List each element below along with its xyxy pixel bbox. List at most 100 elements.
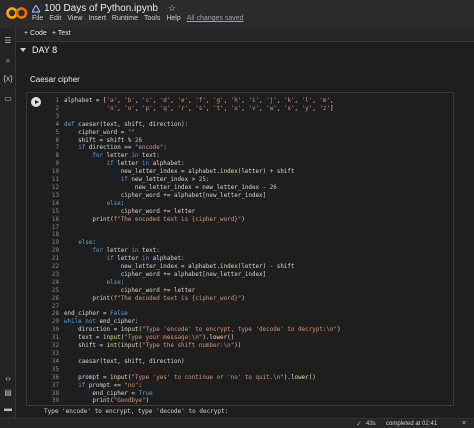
code-line[interactable]: 8 for letter in text:: [45, 153, 341, 161]
line-number: 15: [51, 208, 59, 215]
variables-icon[interactable]: {x}: [3, 74, 13, 84]
code-line[interactable]: 7 if direction == "encode":: [45, 145, 341, 153]
code-text: else:: [106, 279, 125, 286]
code-text: caesar(text, shift, direction): [64, 358, 185, 365]
code-line[interactable]: 25 cipher_word += letter: [45, 288, 341, 296]
code-line[interactable]: 26 print(f"The decoded text is {cipher_w…: [45, 296, 341, 304]
code-line[interactable]: 33: [45, 351, 341, 359]
code-line[interactable]: 10 new_letter_index = alphabet.index(let…: [45, 169, 341, 177]
code-line[interactable]: 32 shift = int(input("Type the shift num…: [45, 343, 341, 351]
code-line[interactable]: 9 if letter in alphabet:: [45, 161, 341, 169]
code-text: end_cipher = False: [64, 311, 128, 318]
code-line[interactable]: 5 cipher_word = "": [45, 130, 341, 138]
notebook-title[interactable]: 100 Days of Python.ipynb ☆: [32, 3, 176, 14]
star-icon[interactable]: ☆: [168, 3, 176, 14]
code-cell[interactable]: 1 alphabet = ['a', 'b', 'c', 'd', 'e', 'f…: [26, 92, 454, 406]
code-text: if direction == "encode":: [78, 145, 167, 152]
code-line[interactable]: 21 if letter in alphabet:: [45, 256, 341, 264]
code-line[interactable]: 23 cipher_word += alphabet[new_letter_in…: [45, 272, 341, 280]
line-number: 12: [51, 184, 59, 191]
code-text: end_cipher = True: [64, 390, 153, 397]
code-line[interactable]: 16 print(f"The encoded text is {cipher_w…: [45, 217, 341, 225]
line-number: 13: [51, 192, 59, 199]
menu-bar: File Edit View Insert Runtime Tools Help…: [32, 15, 244, 22]
save-status-link[interactable]: All changes saved: [187, 15, 244, 22]
menu-edit[interactable]: Edit: [49, 15, 61, 22]
code-line[interactable]: 38 end_cipher = True: [45, 391, 341, 399]
code-line[interactable]: 12 new_letter_index = new_letter_index -…: [45, 185, 341, 193]
code-line[interactable]: 6 shift = shift % 26: [45, 138, 341, 146]
close-icon[interactable]: ×: [462, 420, 466, 427]
elapsed-time: 43s: [366, 420, 376, 427]
line-number: 34: [51, 358, 59, 365]
code-line[interactable]: 36 prompt = input("Type 'yes' to continu…: [45, 375, 341, 383]
notebook-title-text[interactable]: 100 Days of Python.ipynb: [44, 3, 158, 14]
check-icon: ✓: [356, 421, 362, 428]
line-number: 5: [55, 129, 59, 136]
code-line[interactable]: 11 if new_letter_index > 25:: [45, 177, 341, 185]
line-number: 9: [55, 161, 59, 168]
code-line[interactable]: 20 for letter in text:: [45, 248, 341, 256]
run-cell-button[interactable]: [31, 97, 41, 107]
add-text-button[interactable]: + Text: [52, 30, 71, 37]
add-code-button[interactable]: + Code: [24, 30, 47, 37]
table-of-contents-icon[interactable]: ☰: [3, 36, 13, 46]
code-line[interactable]: 13 cipher_word += alphabet[new_letter_in…: [45, 193, 341, 201]
search-icon[interactable]: ⌕: [3, 56, 13, 66]
code-line[interactable]: 34 caesar(text, shift, direction): [45, 359, 341, 367]
code-line[interactable]: 19 else:: [45, 240, 341, 248]
code-line[interactable]: 35: [45, 367, 341, 375]
menu-insert[interactable]: Insert: [88, 15, 106, 22]
line-number: 16: [51, 216, 59, 223]
code-text: if new_letter_index > 25:: [120, 177, 210, 184]
menu-file[interactable]: File: [32, 15, 43, 22]
code-line[interactable]: 15 cipher_word += letter: [45, 209, 341, 217]
text-cell[interactable]: Caesar cipher: [30, 75, 80, 84]
code-line[interactable]: 1 alphabet = ['a', 'b', 'c', 'd', 'e', 'f…: [45, 98, 341, 106]
colab-logo-icon[interactable]: [6, 5, 28, 21]
files-icon[interactable]: ▭: [3, 94, 13, 104]
line-number: 37: [51, 382, 59, 389]
menu-view[interactable]: View: [67, 15, 82, 22]
code-line[interactable]: 27: [45, 304, 341, 312]
code-line[interactable]: 24 else:: [45, 280, 341, 288]
code-text: print(f"The encoded text is {cipher_word…: [92, 216, 245, 223]
code-line[interactable]: 3: [45, 114, 341, 122]
code-text: shift = shift % 26: [64, 137, 143, 144]
code-text: if letter in alphabet:: [106, 256, 185, 263]
line-number: 25: [51, 287, 59, 294]
code-line[interactable]: 4 def caesar(text, shift, direction):: [45, 122, 341, 130]
code-text: direction = input("Type 'encode' to encr…: [64, 327, 341, 334]
code-line[interactable]: 14 else:: [45, 201, 341, 209]
code-line[interactable]: 37 if prompt == "no":: [45, 383, 341, 391]
code-editor[interactable]: 1 alphabet = ['a', 'b', 'c', 'd', 'e', 'f…: [45, 98, 341, 406]
line-number: 35: [51, 366, 59, 373]
code-line[interactable]: 18: [45, 232, 341, 240]
code-line[interactable]: 2 'n', 'o', 'p', 'q', 'r', 's', 't', 'u'…: [45, 106, 341, 114]
code-text: cipher_word = "": [64, 129, 135, 136]
menu-runtime[interactable]: Runtime: [112, 15, 138, 22]
line-number: 17: [51, 224, 59, 231]
menu-tools[interactable]: Tools: [144, 15, 160, 22]
code-line[interactable]: 17: [45, 225, 341, 233]
line-number: 19: [51, 240, 59, 247]
chevron-down-icon[interactable]: [20, 48, 26, 52]
code-line[interactable]: 22 new_letter_index = alphabet.index(let…: [45, 264, 341, 272]
command-palette-icon[interactable]: ▤: [3, 388, 13, 398]
section-heading[interactable]: DAY 8: [20, 45, 57, 55]
code-line[interactable]: 31 text = input("Type your message:\n").…: [45, 335, 341, 343]
code-text: if letter in alphabet:: [106, 161, 185, 168]
line-number: 29: [51, 319, 59, 326]
menu-help[interactable]: Help: [166, 15, 180, 22]
code-text: for letter in text:: [92, 248, 160, 255]
code-line[interactable]: 39 print("Goodbye"): [45, 398, 341, 406]
line-number: 30: [51, 327, 59, 334]
code-snippets-icon[interactable]: ‹›: [3, 374, 13, 384]
code-line[interactable]: 28 end_cipher = False: [45, 311, 341, 319]
code-text: def caesar(text, shift, direction):: [64, 121, 189, 128]
terminal-icon[interactable]: ▬: [3, 404, 13, 414]
code-line[interactable]: 29 while not end_cipher:: [45, 319, 341, 327]
code-line[interactable]: 30 direction = input("Type 'encode' to e…: [45, 327, 341, 335]
line-number: 39: [51, 398, 59, 405]
line-number: 6: [55, 137, 59, 144]
